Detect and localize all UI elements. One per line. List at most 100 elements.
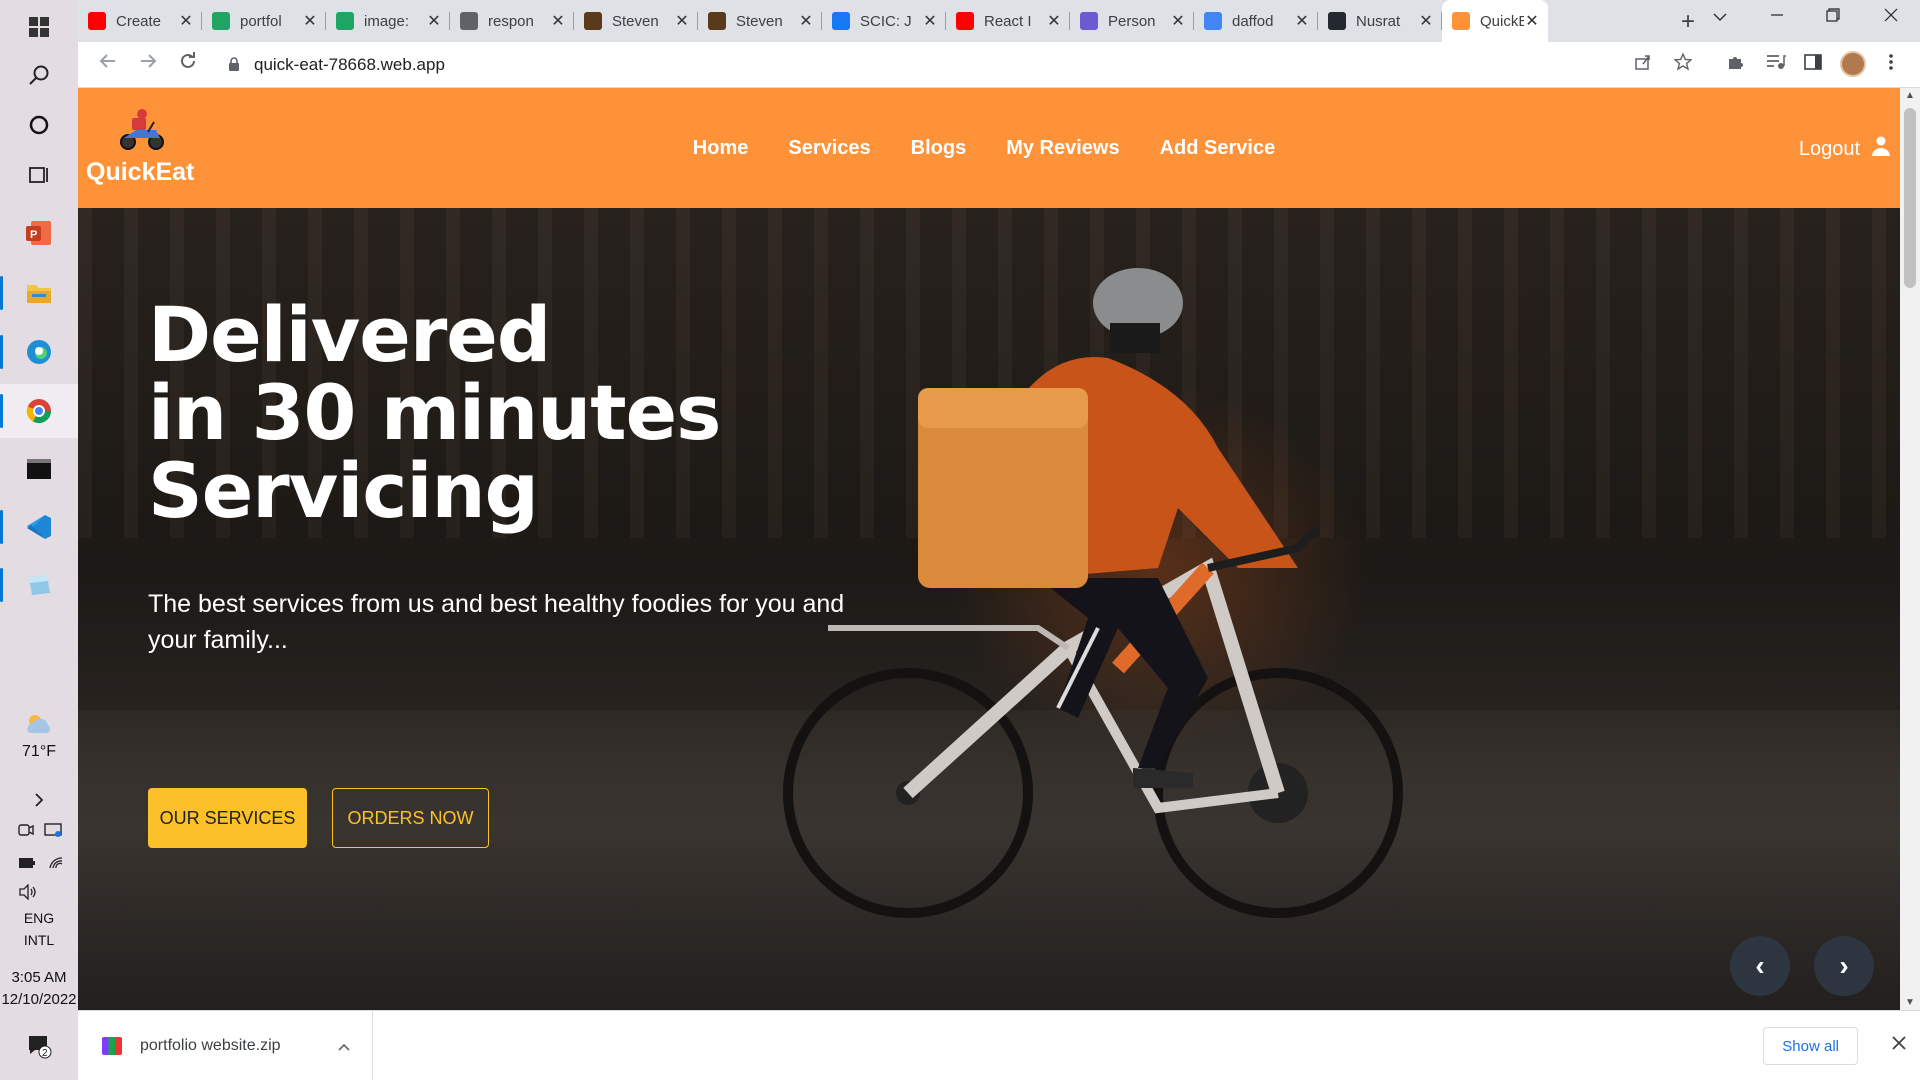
hero-title-line-1: Delivered (148, 290, 551, 379)
tab-title[interactable]: QuickE (1480, 13, 1524, 30)
back-button[interactable] (98, 51, 118, 77)
close-tab-icon[interactable]: ✕ (1170, 11, 1186, 31)
clock-time[interactable]: 3:05 AM (0, 968, 78, 988)
search-icon[interactable] (0, 48, 78, 102)
file-explorer-icon[interactable] (0, 266, 78, 320)
tab-title[interactable]: portfol (240, 13, 302, 30)
globe-icon (460, 12, 478, 30)
lock-icon[interactable] (228, 56, 240, 74)
restore-button[interactable] (1826, 6, 1840, 27)
clock-date[interactable]: 12/10/2022 (0, 990, 78, 1010)
browser-tab[interactable]: Steven ✕ (698, 6, 822, 36)
new-tab-button[interactable]: + (1681, 8, 1695, 36)
battery-icon[interactable] (18, 856, 36, 876)
browser-tab[interactable]: SCIC: J ✕ (822, 6, 946, 36)
screen-share-icon[interactable] (44, 822, 62, 842)
language-line-2[interactable]: INTL (0, 930, 78, 950)
media-control-icon[interactable] (1766, 53, 1786, 77)
tab-title[interactable]: image: (364, 13, 426, 30)
scroll-down-icon[interactable]: ▼ (1900, 997, 1920, 1008)
show-all-downloads-button[interactable]: Show all (1763, 1027, 1858, 1065)
nav-home[interactable]: Home (693, 137, 749, 160)
browser-tab[interactable]: daffod ✕ (1194, 6, 1318, 36)
close-tab-icon[interactable]: ✕ (178, 11, 194, 31)
browser-tab[interactable]: QuickE ✕ (1442, 0, 1548, 42)
tab-title[interactable]: Steven (736, 13, 798, 30)
tab-title[interactable]: respon (488, 13, 550, 30)
download-item[interactable]: portfolio website.zip (78, 1011, 373, 1080)
nav-my-reviews[interactable]: My Reviews (1006, 137, 1119, 160)
chrome-icon[interactable] (0, 384, 78, 438)
close-tab-icon[interactable]: ✕ (1046, 11, 1062, 31)
tab-title[interactable]: Person (1108, 13, 1170, 30)
nav-blogs[interactable]: Blogs (911, 137, 967, 160)
bookmark-star-icon[interactable] (1673, 52, 1693, 77)
page-scrollbar[interactable]: ▲ ▼ (1900, 88, 1920, 1010)
close-tab-icon[interactable]: ✕ (674, 11, 690, 31)
close-tab-icon[interactable]: ✕ (922, 11, 938, 31)
notification-center-icon[interactable]: 2 (0, 1022, 78, 1070)
browser-tab[interactable]: React I ✕ (946, 6, 1070, 36)
logout-button[interactable]: Logout (1799, 136, 1890, 162)
edge-icon[interactable] (0, 325, 78, 379)
browser-tab[interactable]: Person ✕ (1070, 6, 1194, 36)
close-shelf-icon[interactable] (1892, 1033, 1906, 1056)
close-tab-icon[interactable]: ✕ (798, 11, 814, 31)
vscode-icon[interactable] (0, 500, 78, 554)
notes-app-icon[interactable] (0, 558, 78, 612)
browser-tab[interactable]: Create ✕ (78, 6, 202, 36)
reload-button[interactable] (178, 51, 198, 77)
our-services-button[interactable]: OUR SERVICES (148, 788, 307, 848)
nav-add-service[interactable]: Add Service (1160, 137, 1276, 160)
nav-services[interactable]: Services (788, 137, 870, 160)
close-tab-icon[interactable]: ✕ (1418, 11, 1434, 31)
tab-title[interactable]: Nusrat (1356, 13, 1418, 30)
task-view-icon[interactable] (0, 148, 78, 202)
scrollbar-thumb[interactable] (1904, 108, 1916, 288)
chrome-menu-icon[interactable] (1888, 53, 1894, 77)
chevron-up-icon[interactable] (338, 1038, 350, 1054)
minimize-button[interactable] (1770, 6, 1784, 27)
close-tab-icon[interactable]: ✕ (550, 11, 566, 31)
carousel-next-button[interactable]: › (1814, 936, 1874, 996)
powerpoint-icon[interactable]: P (0, 206, 78, 260)
browser-tab[interactable]: respon ✕ (450, 6, 574, 36)
close-tab-icon[interactable]: ✕ (426, 11, 442, 31)
chevron-right-icon[interactable] (0, 780, 78, 820)
cortana-icon[interactable] (0, 98, 78, 152)
windows-start-icon[interactable] (0, 0, 78, 54)
close-tab-icon[interactable]: ✕ (1524, 11, 1540, 31)
forward-button[interactable] (138, 51, 158, 77)
close-tab-icon[interactable]: ✕ (302, 11, 318, 31)
weather-icon[interactable] (0, 704, 78, 744)
tab-title[interactable]: Create (116, 13, 178, 30)
wifi-icon[interactable] (48, 856, 64, 876)
orders-now-button[interactable]: ORDERS NOW (332, 788, 489, 848)
share-icon[interactable] (1634, 53, 1652, 77)
site-navbar: QuickEat Home Services Blogs My Reviews … (78, 88, 1900, 208)
tab-title[interactable]: daffod (1232, 13, 1294, 30)
terminal-icon[interactable] (0, 442, 78, 496)
url-text[interactable]: quick-eat-78668.web.app (254, 55, 445, 75)
carousel-prev-button[interactable]: ‹ (1730, 936, 1790, 996)
browser-tab[interactable]: image: ✕ (326, 6, 450, 36)
browser-tab[interactable]: Nusrat ✕ (1318, 6, 1442, 36)
meet-now-icon[interactable] (18, 822, 34, 842)
close-tab-icon[interactable]: ✕ (1294, 11, 1310, 31)
tab-title[interactable]: React I (984, 13, 1046, 30)
extensions-icon[interactable] (1726, 53, 1744, 77)
side-panel-icon[interactable] (1804, 53, 1822, 77)
address-bar[interactable]: quick-eat-78668.web.app (212, 48, 1772, 82)
logout-label[interactable]: Logout (1799, 138, 1860, 161)
tab-title[interactable]: SCIC: J (860, 13, 922, 30)
close-window-button[interactable] (1884, 6, 1898, 27)
tab-title[interactable]: Steven (612, 13, 674, 30)
tab-search-icon[interactable] (1712, 6, 1728, 27)
profile-avatar[interactable] (1840, 51, 1866, 77)
browser-tab[interactable]: Steven ✕ (574, 6, 698, 36)
scroll-up-icon[interactable]: ▲ (1900, 90, 1920, 101)
download-file-name[interactable]: portfolio website.zip (140, 1037, 338, 1055)
browser-tab[interactable]: portfol ✕ (202, 6, 326, 36)
language-line-1[interactable]: ENG (0, 908, 78, 928)
volume-icon[interactable] (18, 883, 38, 905)
